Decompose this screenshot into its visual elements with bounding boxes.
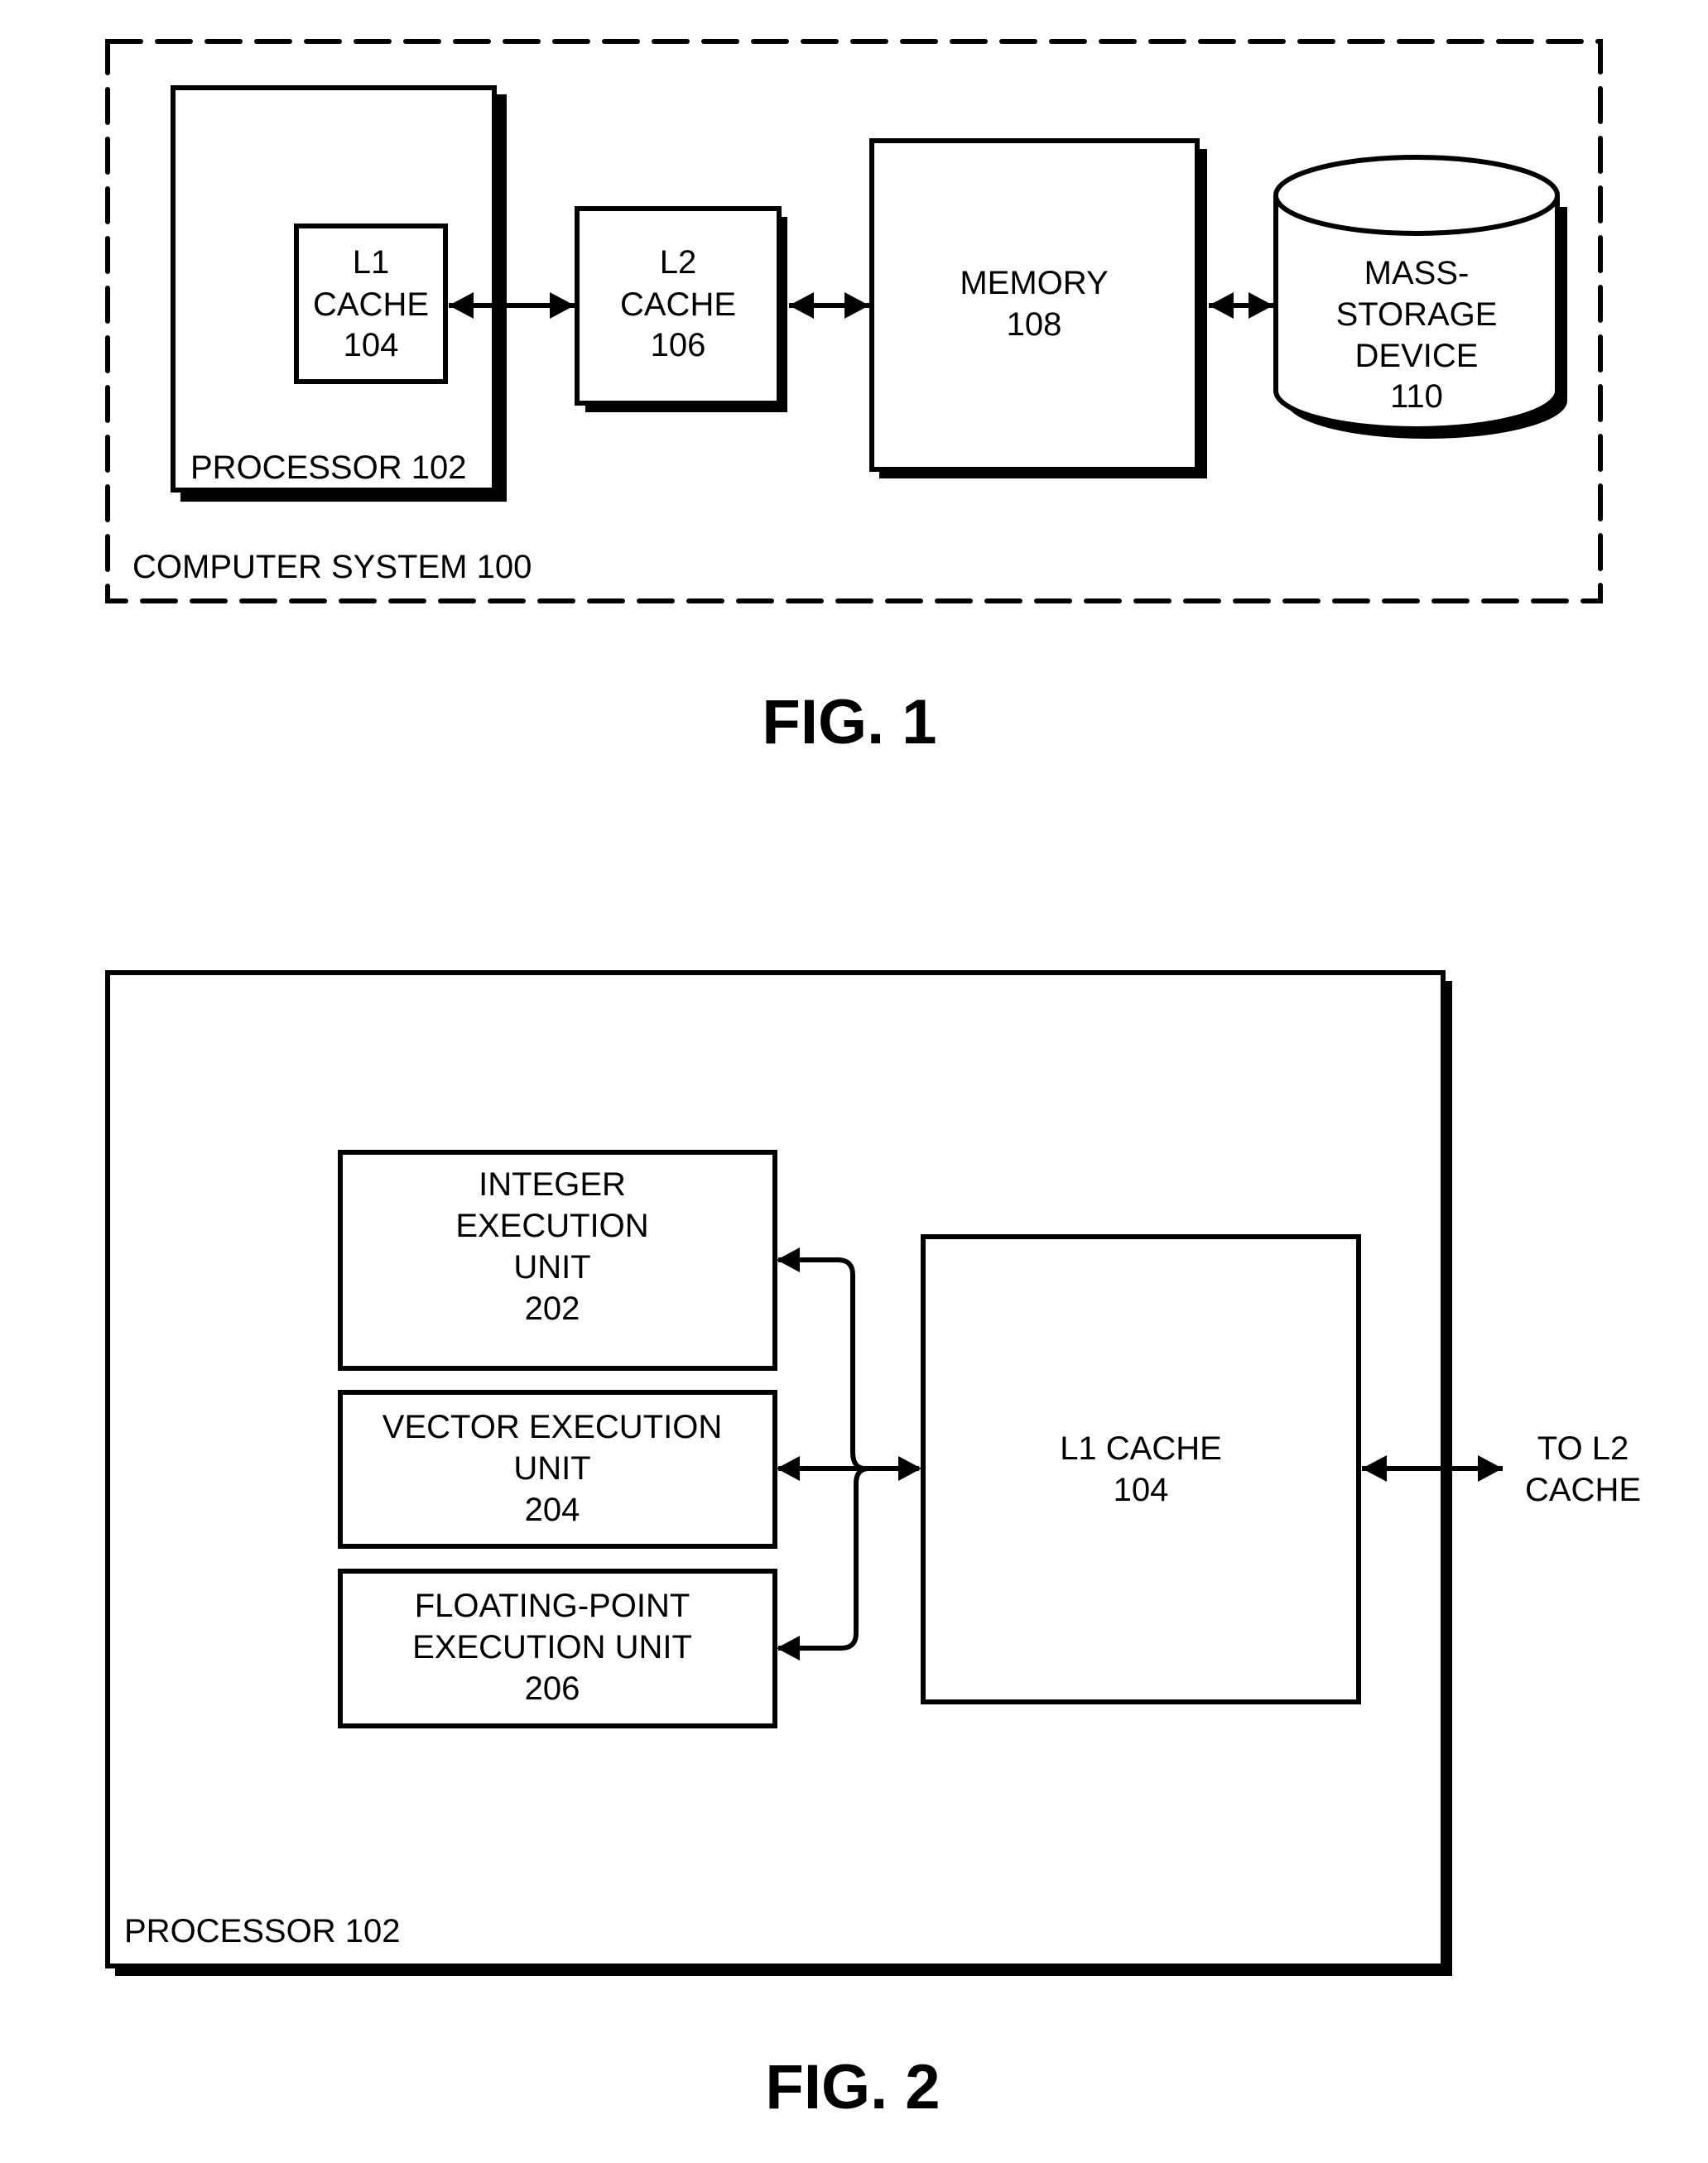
- patent-drawing: COMPUTER SYSTEM 100 PROCESSOR 102 L1 CAC…: [105, 39, 1641, 2122]
- mass-storage-top: [1273, 155, 1560, 236]
- l1-cache-fig2-line-1: L1 CACHE: [1060, 1430, 1222, 1467]
- mass-storage-line-3: DEVICE: [1355, 338, 1479, 374]
- to-l2-line-2: CACHE: [1525, 1472, 1641, 1508]
- mass-storage-line-2: STORAGE: [1336, 296, 1498, 333]
- floating-point-execution-unit: FLOATING-POINT EXECUTION UNIT 206: [338, 1569, 777, 1728]
- vector-unit-line-3: 204: [525, 1492, 580, 1528]
- mass-storage-line-1: MASS-: [1364, 255, 1470, 291]
- l1-cache-line-3: 104: [344, 327, 399, 363]
- computer-system-label: COMPUTER SYSTEM 100: [132, 549, 532, 585]
- processor-fig2-label: PROCESSOR 102: [124, 1913, 400, 1949]
- integer-unit-line-1: INTEGER: [479, 1166, 626, 1203]
- figure-1: COMPUTER SYSTEM 100 PROCESSOR 102 L1 CAC…: [105, 39, 1603, 757]
- integer-unit-line-2: EXECUTION: [455, 1208, 648, 1244]
- l2-cache-line-2: CACHE: [620, 286, 736, 323]
- figure-2-caption: FIG. 2: [765, 2052, 940, 2122]
- figure-1-caption: FIG. 1: [762, 687, 936, 757]
- l1-cache-fig2-line-2: 104: [1114, 1472, 1169, 1508]
- mass-storage-block: MASS- STORAGE DEVICE 110: [1273, 155, 1567, 439]
- l1-cache-line-2: CACHE: [313, 286, 429, 323]
- figure-2: PROCESSOR 102 INTEGER EXECUTION UNIT 202…: [105, 970, 1641, 2122]
- processor-label: PROCESSOR 102: [190, 449, 466, 486]
- memory-box: [869, 138, 1200, 472]
- integer-execution-unit: INTEGER EXECUTION UNIT 202: [338, 1150, 777, 1371]
- integer-unit-line-4: 202: [525, 1291, 580, 1327]
- vector-execution-unit: VECTOR EXECUTION UNIT 204: [338, 1390, 777, 1549]
- memory-block: MEMORY 108: [869, 138, 1207, 478]
- integer-unit-line-3: UNIT: [513, 1249, 590, 1286]
- l1-cache-line-1: L1: [353, 244, 390, 281]
- l1-cache-block: L1 CACHE 104: [294, 224, 448, 384]
- l1-cache-fig2-box: [921, 1234, 1361, 1704]
- vector-unit-line-1: VECTOR EXECUTION: [382, 1409, 722, 1445]
- fp-unit-line-2: EXECUTION UNIT: [412, 1629, 692, 1666]
- to-l2-line-1: TO L2: [1537, 1430, 1629, 1467]
- l2-cache-block: L2 CACHE 106: [575, 206, 787, 412]
- mass-storage-line-4: 110: [1390, 378, 1443, 415]
- fp-unit-line-3: 206: [525, 1670, 580, 1707]
- l2-cache-line-3: 106: [651, 327, 706, 363]
- l1-cache-fig2: L1 CACHE 104: [921, 1234, 1361, 1704]
- memory-line-1: MEMORY: [960, 265, 1108, 301]
- l2-cache-line-1: L2: [660, 244, 697, 281]
- memory-line-2: 108: [1007, 306, 1062, 343]
- vector-unit-line-2: UNIT: [513, 1450, 590, 1487]
- fp-unit-line-1: FLOATING-POINT: [415, 1588, 690, 1624]
